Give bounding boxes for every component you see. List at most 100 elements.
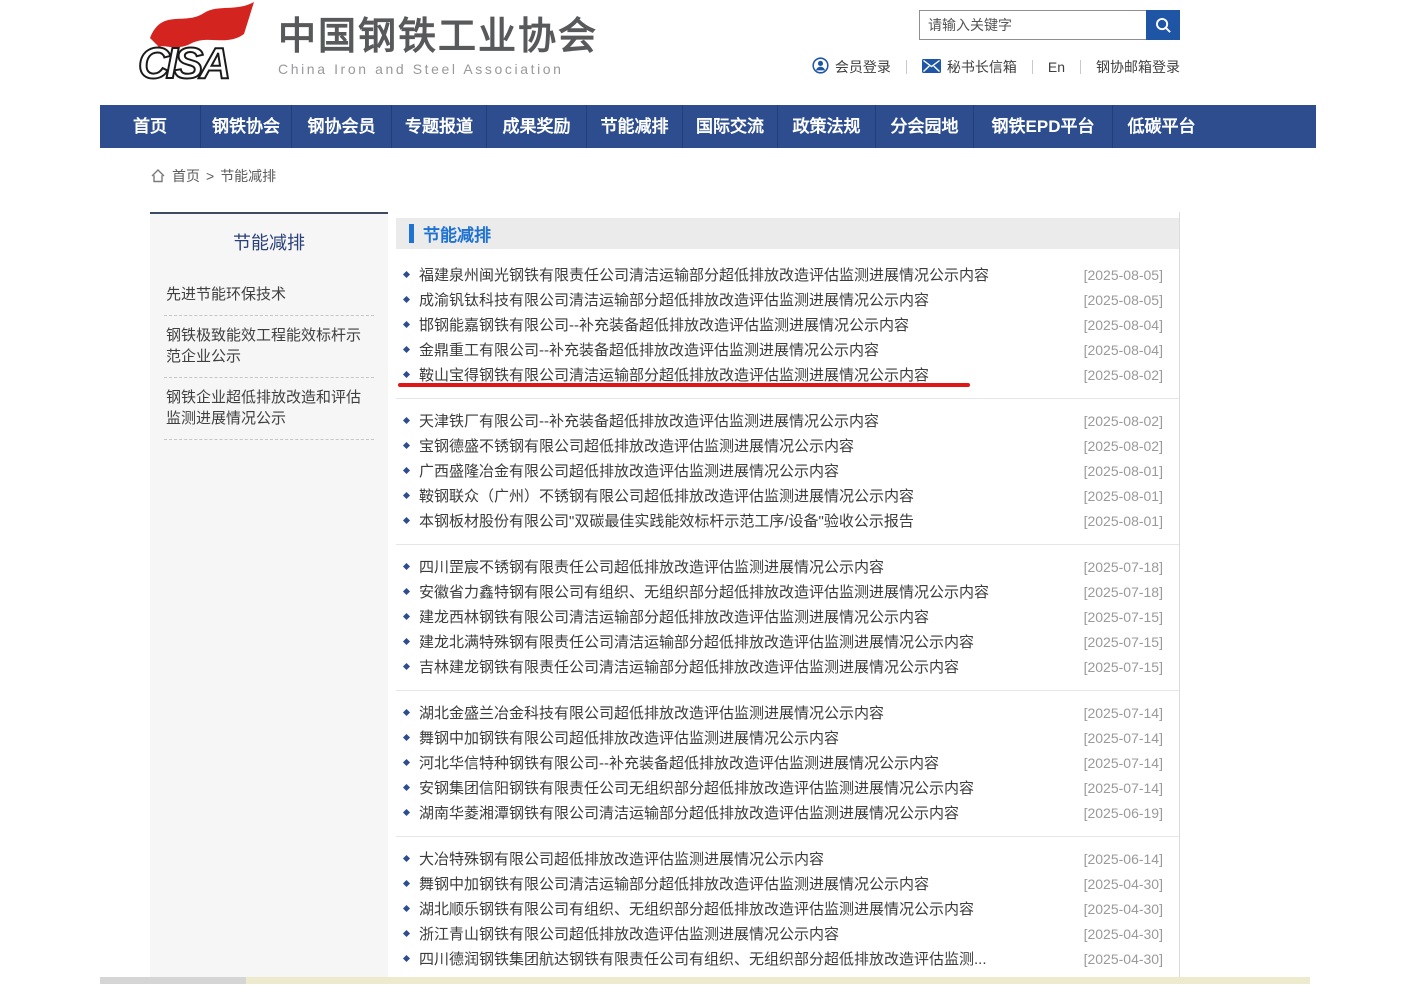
news-link[interactable]: 安徽省力鑫特钢有限公司有组织、无组织部分超低排放改造评估监测进展情况公示内容	[419, 581, 1084, 602]
bullet-icon	[403, 271, 410, 278]
bullet-icon	[403, 346, 410, 353]
nav-item-branches[interactable]: 分会园地	[875, 105, 973, 148]
sidebar-item-0[interactable]: 先进节能环保技术	[164, 275, 374, 316]
news-link[interactable]: 湖北金盛兰冶金科技有限公司超低排放改造评估监测进展情况公示内容	[419, 702, 1084, 723]
news-link[interactable]: 福建泉州闽光钢铁有限责任公司清洁运输部分超低排放改造评估监测进展情况公示内容	[419, 264, 1084, 285]
news-link[interactable]: 天津铁厂有限公司--补充装备超低排放改造评估监测进展情况公示内容	[419, 410, 1084, 431]
top-link-label: 会员登录	[835, 57, 891, 77]
news-group: 四川罡宸不锈钢有限责任公司超低排放改造评估监测进展情况公示内容 [2025-07-…	[396, 545, 1179, 691]
search-button[interactable]	[1146, 10, 1180, 40]
news-link[interactable]: 湖北顺乐钢铁有限公司有组织、无组织部分超低排放改造评估监测进展情况公示内容	[419, 898, 1084, 919]
news-row: 四川德润钢铁集团航达钢铁有限责任公司有组织、无组织部分超低排放改造评估监测...…	[396, 946, 1179, 971]
sidebar-item-2[interactable]: 钢铁企业超低排放改造和评估监测进展情况公示	[164, 378, 374, 440]
news-link[interactable]: 舞钢中加钢铁有限公司清洁运输部分超低排放改造评估监测进展情况公示内容	[419, 873, 1084, 894]
breadcrumb-current: 节能减排	[220, 166, 276, 186]
news-link[interactable]: 大冶特殊钢有限公司超低排放改造评估监测进展情况公示内容	[419, 848, 1084, 869]
news-link[interactable]: 建龙西林钢铁有限公司清洁运输部分超低排放改造评估监测进展情况公示内容	[419, 606, 1084, 627]
nav-item-epd-platform[interactable]: 钢铁EPD平台	[973, 105, 1112, 148]
nav-item-low-carbon[interactable]: 低碳平台	[1112, 105, 1210, 148]
news-link[interactable]: 成渝钒钛科技有限公司清洁运输部分超低排放改造评估监测进展情况公示内容	[419, 289, 1084, 310]
nav-item-achievements[interactable]: 成果奖励	[486, 105, 586, 148]
nav-item-members[interactable]: 钢协会员	[291, 105, 391, 148]
news-row: 成渝钒钛科技有限公司清洁运输部分超低排放改造评估监测进展情况公示内容[2025-…	[396, 287, 1179, 312]
news-link[interactable]: 河北华信特种钢铁有限公司--补充装备超低排放改造评估监测进展情况公示内容	[419, 752, 1084, 773]
user-icon	[812, 57, 829, 77]
search-bar	[760, 10, 1180, 40]
news-group: 大冶特殊钢有限公司超低排放改造评估监测进展情况公示内容[2025-06-14]舞…	[396, 837, 1179, 977]
news-link[interactable]: 舞钢中加钢铁有限公司超低排放改造评估监测进展情况公示内容	[419, 727, 1084, 748]
header-right: 会员登录 秘书长信箱 En 钢协邮箱登录	[760, 10, 1180, 77]
news-row: 本钢板材股份有限公司"双碳最佳实践能效标杆示范工序/设备"验收公示报告[2025…	[396, 508, 1179, 533]
news-row: 金鼎重工有限公司--补充装备超低排放改造评估监测进展情况公示内容[2025-08…	[396, 337, 1179, 362]
news-link[interactable]: 浙江青山钢铁有限公司超低排放改造评估监测进展情况公示内容	[419, 923, 1084, 944]
news-link[interactable]: 四川德润钢铁集团航达钢铁有限责任公司有组织、无组织部分超低排放改造评估监测...	[419, 948, 1084, 969]
highlight-underline	[398, 383, 970, 387]
news-row: 湖北金盛兰冶金科技有限公司超低排放改造评估监测进展情况公示内容[2025-07-…	[396, 700, 1179, 725]
news-date: [2025-08-05]	[1084, 292, 1163, 308]
link-divider	[1032, 60, 1033, 74]
mail-icon	[922, 59, 941, 76]
news-row: 邯钢能嘉钢铁有限公司--补充装备超低排放改造评估监测进展情况公示内容[2025-…	[396, 312, 1179, 337]
nav-item-policies[interactable]: 政策法规	[777, 105, 875, 148]
news-group: 湖北金盛兰冶金科技有限公司超低排放改造评估监测进展情况公示内容[2025-07-…	[396, 691, 1179, 837]
link-divider	[1080, 60, 1081, 74]
footer-strip	[100, 977, 1316, 984]
news-group: 天津铁厂有限公司--补充装备超低排放改造评估监测进展情况公示内容 [2025-08…	[396, 399, 1179, 545]
news-date: [2025-07-15]	[1084, 609, 1163, 625]
news-link[interactable]: 鞍钢联众（广州）不锈钢有限公司超低排放改造评估监测进展情况公示内容	[419, 485, 1084, 506]
news-date: [2025-08-04]	[1084, 342, 1163, 358]
news-link[interactable]: 本钢板材股份有限公司"双碳最佳实践能效标杆示范工序/设备"验收公示报告	[419, 510, 1084, 531]
search-input[interactable]	[919, 10, 1146, 40]
nav-item-home[interactable]: 首页	[100, 105, 200, 148]
news-date: [2025-08-02]	[1084, 367, 1163, 383]
news-link[interactable]: 建龙北满特殊钢有限责任公司清洁运输部分超低排放改造评估监测进展情况公示内容	[419, 631, 1084, 652]
section-title: 节能减排	[423, 221, 491, 246]
nav-item-international[interactable]: 国际交流	[682, 105, 777, 148]
bullet-icon	[403, 809, 410, 816]
news-date: [2025-04-30]	[1084, 951, 1163, 967]
news-link[interactable]: 鞍山宝得钢铁有限公司清洁运输部分超低排放改造评估监测进展情况公示内容	[419, 364, 1084, 385]
news-link[interactable]: 金鼎重工有限公司--补充装备超低排放改造评估监测进展情况公示内容	[419, 339, 1084, 360]
search-icon	[1155, 17, 1172, 34]
nav-item-special-reports[interactable]: 专题报道	[391, 105, 486, 148]
sidebar-title: 节能减排	[164, 214, 374, 259]
news-date: [2025-07-14]	[1084, 705, 1163, 721]
nav-item-association[interactable]: 钢铁协会	[200, 105, 291, 148]
news-link[interactable]: 安钢集团信阳钢铁有限责任公司无组织部分超低排放改造评估监测进展情况公示内容	[419, 777, 1084, 798]
news-date: [2025-07-14]	[1084, 755, 1163, 771]
news-link[interactable]: 四川罡宸不锈钢有限责任公司超低排放改造评估监测进展情况公示内容	[419, 556, 1084, 577]
bullet-icon	[403, 296, 410, 303]
bullet-icon	[403, 321, 410, 328]
news-link[interactable]: 邯钢能嘉钢铁有限公司--补充装备超低排放改造评估监测进展情况公示内容	[419, 314, 1084, 335]
news-row: 湖南华菱湘潭钢铁有限公司清洁运输部分超低排放改造评估监测进展情况公示内容[202…	[396, 800, 1179, 825]
secretary-mailbox-link[interactable]: 秘书长信箱	[922, 57, 1017, 77]
breadcrumb-home-link[interactable]: 首页	[172, 166, 200, 186]
news-date: [2025-04-30]	[1084, 926, 1163, 942]
sidebar-item-1[interactable]: 钢铁极致能效工程能效标杆示范企业公示	[164, 316, 374, 378]
news-row: 天津铁厂有限公司--补充装备超低排放改造评估监测进展情况公示内容[2025-08…	[396, 408, 1179, 433]
news-row: 安钢集团信阳钢铁有限责任公司无组织部分超低排放改造评估监测进展情况公示内容[20…	[396, 775, 1179, 800]
section-accent-bar	[409, 224, 414, 243]
news-row: 湖北顺乐钢铁有限公司有组织、无组织部分超低排放改造评估监测进展情况公示内容[20…	[396, 896, 1179, 921]
news-row: 浙江青山钢铁有限公司超低排放改造评估监测进展情况公示内容[2025-04-30]	[396, 921, 1179, 946]
bullet-icon	[403, 442, 410, 449]
bullet-icon	[403, 905, 410, 912]
news-date: [2025-08-01]	[1084, 488, 1163, 504]
bullet-icon	[403, 517, 410, 524]
nav-item-energy-saving[interactable]: 节能减排	[586, 105, 682, 148]
news-row: 建龙北满特殊钢有限责任公司清洁运输部分超低排放改造评估监测进展情况公示内容[20…	[396, 629, 1179, 654]
logo-area: CISA 中国钢铁工业协会 China Iron and Steel Assoc…	[138, 0, 598, 84]
news-link[interactable]: 宝钢德盛不锈钢有限公司超低排放改造评估监测进展情况公示内容	[419, 435, 1084, 456]
news-link[interactable]: 湖南华菱湘潭钢铁有限公司清洁运输部分超低排放改造评估监测进展情况公示内容	[419, 802, 1084, 823]
bullet-icon	[403, 709, 410, 716]
cisa-logo-icon: CISA	[138, 0, 266, 84]
news-row: 建龙西林钢铁有限公司清洁运输部分超低排放改造评估监测进展情况公示内容[2025-…	[396, 604, 1179, 629]
sidebar: 节能减排 先进节能环保技术钢铁极致能效工程能效标杆示范企业公示钢铁企业超低排放改…	[150, 212, 388, 977]
member-login-link[interactable]: 会员登录	[812, 57, 891, 77]
news-link[interactable]: 吉林建龙钢铁有限责任公司清洁运输部分超低排放改造评估监测进展情况公示内容	[419, 656, 1084, 677]
bullet-icon	[403, 784, 410, 791]
english-link[interactable]: En	[1048, 59, 1065, 75]
news-link[interactable]: 广西盛隆冶金有限公司超低排放改造评估监测进展情况公示内容	[419, 460, 1084, 481]
mailbox-login-link[interactable]: 钢协邮箱登录	[1096, 57, 1180, 77]
top-link-label: 钢协邮箱登录	[1096, 57, 1180, 77]
